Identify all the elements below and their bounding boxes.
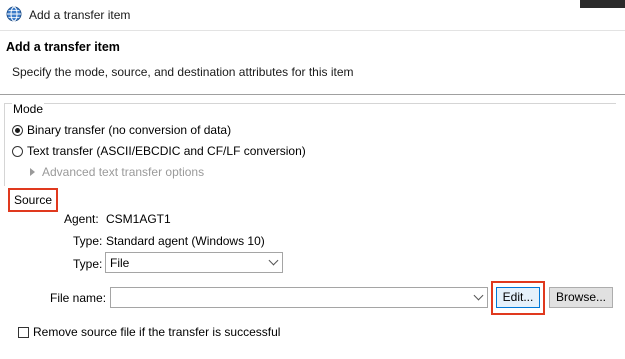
chevron-right-icon [30, 168, 35, 176]
binary-transfer-radio[interactable]: Binary transfer (no conversion of data) [12, 123, 231, 137]
type-value: Standard agent (Windows 10) [106, 234, 265, 248]
mode-legend: Mode [12, 102, 45, 116]
advanced-options-expander[interactable]: Advanced text transfer options [30, 165, 204, 179]
radio-unselected-icon[interactable] [12, 145, 23, 157]
type-select-label: Type: [73, 257, 103, 271]
remove-source-checkbox-row[interactable]: Remove source file if the transfer is su… [18, 325, 280, 339]
type-label: Type: [73, 234, 103, 248]
edit-button[interactable]: Edit... [496, 287, 540, 308]
window-title: Add a transfer item [29, 8, 131, 22]
title-bar: Add a transfer item [0, 0, 625, 31]
binary-transfer-label: Binary transfer (no conversion of data) [27, 123, 232, 137]
file-name-label: File name: [50, 291, 107, 305]
content-area: Mode Binary transfer (no conversion of d… [0, 95, 625, 359]
chevron-down-icon[interactable] [473, 290, 484, 301]
advanced-options-label: Advanced text transfer options [42, 165, 205, 179]
page-title: Add a transfer item [6, 40, 120, 54]
remove-source-label: Remove source file if the transfer is su… [33, 325, 281, 339]
remove-source-checkbox[interactable] [18, 326, 29, 338]
type-select-value: File [110, 256, 130, 270]
agent-label: Agent: [64, 212, 99, 226]
window-close-button[interactable] [580, 0, 625, 8]
type-select[interactable]: File [105, 252, 283, 273]
radio-selected-icon[interactable] [12, 124, 23, 136]
agent-value: CSM1AGT1 [106, 212, 171, 226]
chevron-down-icon[interactable] [268, 255, 279, 266]
file-name-input[interactable] [110, 287, 488, 308]
page-description: Specify the mode, source, and destinatio… [12, 65, 354, 79]
browse-button[interactable]: Browse... [549, 287, 613, 308]
text-transfer-label: Text transfer (ASCII/EBCDIC and CF/LF co… [27, 144, 306, 158]
text-transfer-radio[interactable]: Text transfer (ASCII/EBCDIC and CF/LF co… [12, 144, 306, 158]
source-legend: Source [8, 188, 59, 212]
globe-icon [6, 6, 22, 22]
wizard-banner: Add a transfer item Specify the mode, so… [0, 31, 625, 95]
